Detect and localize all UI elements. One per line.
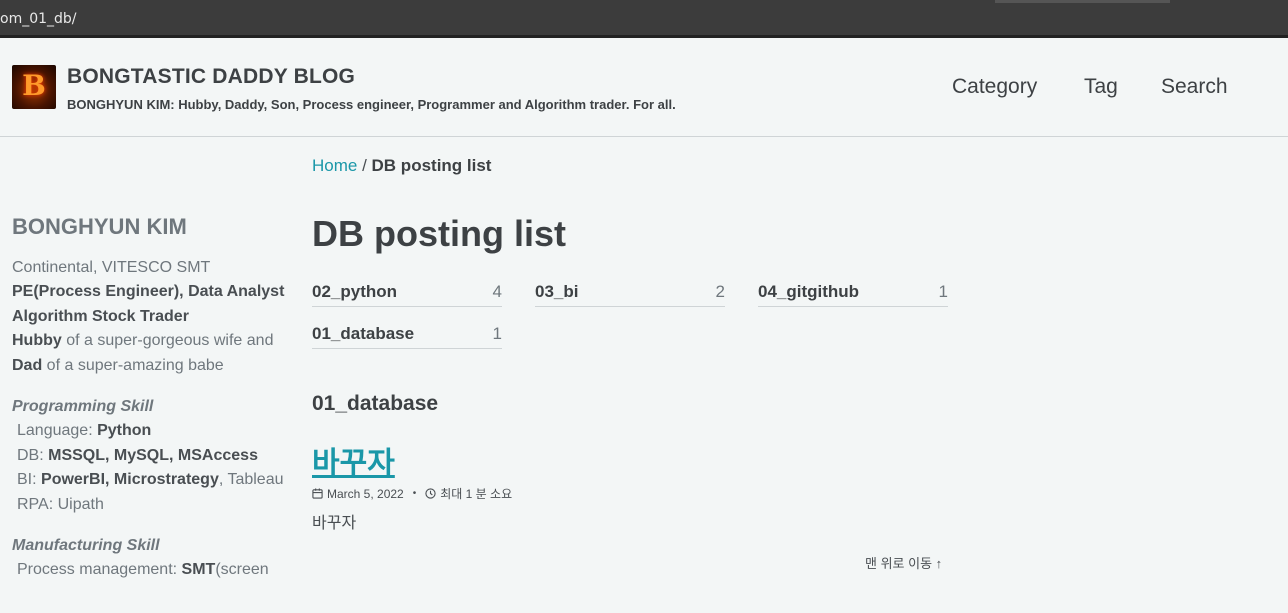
post-date: March 5, 2022 — [327, 486, 404, 501]
skill-bi: BI: PowerBI, Microstrategy, Tableau — [17, 471, 284, 489]
taxonomy-count: 4 — [492, 282, 502, 301]
author-line-dad: Dad of a super-amazing babe — [12, 356, 224, 374]
site-subtitle: BONGHYUN KIM: Hubby, Daddy, Son, Process… — [67, 97, 676, 112]
post-read-time: 최대 1 분 소요 — [440, 487, 513, 501]
post-meta: March 5, 2022 • 최대 1 분 소요 — [312, 485, 512, 502]
breadcrumb-separator: / — [357, 156, 372, 175]
clock-icon — [425, 488, 436, 499]
page-title: DB posting list — [312, 213, 566, 254]
taxonomy-count: 1 — [938, 282, 948, 301]
author-company: Continental, VITESCO SMT — [12, 258, 211, 276]
taxonomy-item-01_database[interactable]: 01_database 1 — [312, 323, 502, 349]
post-title-link[interactable]: 바꾸자 — [312, 438, 395, 482]
taxonomy-label: 03_bi — [535, 282, 579, 301]
nav-search[interactable]: Search — [1161, 75, 1228, 99]
skill-rpa: RPA: Uipath — [17, 495, 104, 513]
nav-tag[interactable]: Tag — [1084, 75, 1118, 99]
taxonomy-count: 2 — [715, 282, 725, 301]
post-excerpt: 바꾸자 — [312, 515, 357, 532]
author-name: BONGHYUN KIM — [12, 214, 187, 239]
taxonomy-item-04_gitgithub[interactable]: 04_gitgithub 1 — [758, 281, 948, 307]
skill-db: DB: MSSQL, MySQL, MSAccess — [17, 446, 258, 464]
skill-process: Process management: SMT(screen — [17, 561, 269, 579]
logo-letter: B — [22, 69, 46, 102]
breadcrumb: Home / DB posting list — [312, 156, 491, 176]
author-role: PE(Process Engineer), Data Analyst — [12, 283, 285, 301]
calendar-icon — [312, 488, 323, 499]
taxonomy-label: 04_gitgithub — [758, 282, 860, 301]
author-sidebar: BONGHYUN KIM Continental, VITESCO SMT PE… — [12, 214, 292, 583]
tab-indicator — [995, 0, 1170, 3]
browser-url-bar[interactable]: om_01_db/ — [0, 0, 1288, 38]
nav-category[interactable]: Category — [952, 75, 1037, 99]
masthead: B BONGTASTIC DADDY BLOG BONGHYUN KIM: Hu… — [0, 38, 1288, 137]
manufacturing-skill-heading: Manufacturing Skill — [12, 536, 160, 554]
site-title[interactable]: BONGTASTIC DADDY BLOG — [67, 65, 355, 89]
programming-skill-heading: Programming Skill — [12, 397, 154, 415]
back-to-top-link[interactable]: 맨 위로 이동 ↑ — [865, 553, 942, 572]
taxonomy-item-02_python[interactable]: 02_python 4 — [312, 281, 502, 307]
site-logo[interactable]: B — [12, 65, 56, 109]
taxonomy-label: 02_python — [312, 282, 398, 301]
meta-separator: • — [412, 488, 417, 499]
breadcrumb-home-link[interactable]: Home — [312, 156, 357, 175]
breadcrumb-current: DB posting list — [371, 156, 492, 175]
taxonomy-count: 1 — [492, 324, 502, 343]
skill-language: Language: Python — [17, 422, 152, 440]
taxonomy-item-03_bi[interactable]: 03_bi 2 — [535, 281, 725, 307]
url-text[interactable]: om_01_db/ — [0, 11, 77, 27]
section-title: 01_database — [312, 392, 439, 415]
author-role: Algorithm Stock Trader — [12, 307, 189, 325]
taxonomy-label: 01_database — [312, 324, 415, 343]
author-line-hubby: Hubby of a super-gorgeous wife and — [12, 332, 274, 350]
